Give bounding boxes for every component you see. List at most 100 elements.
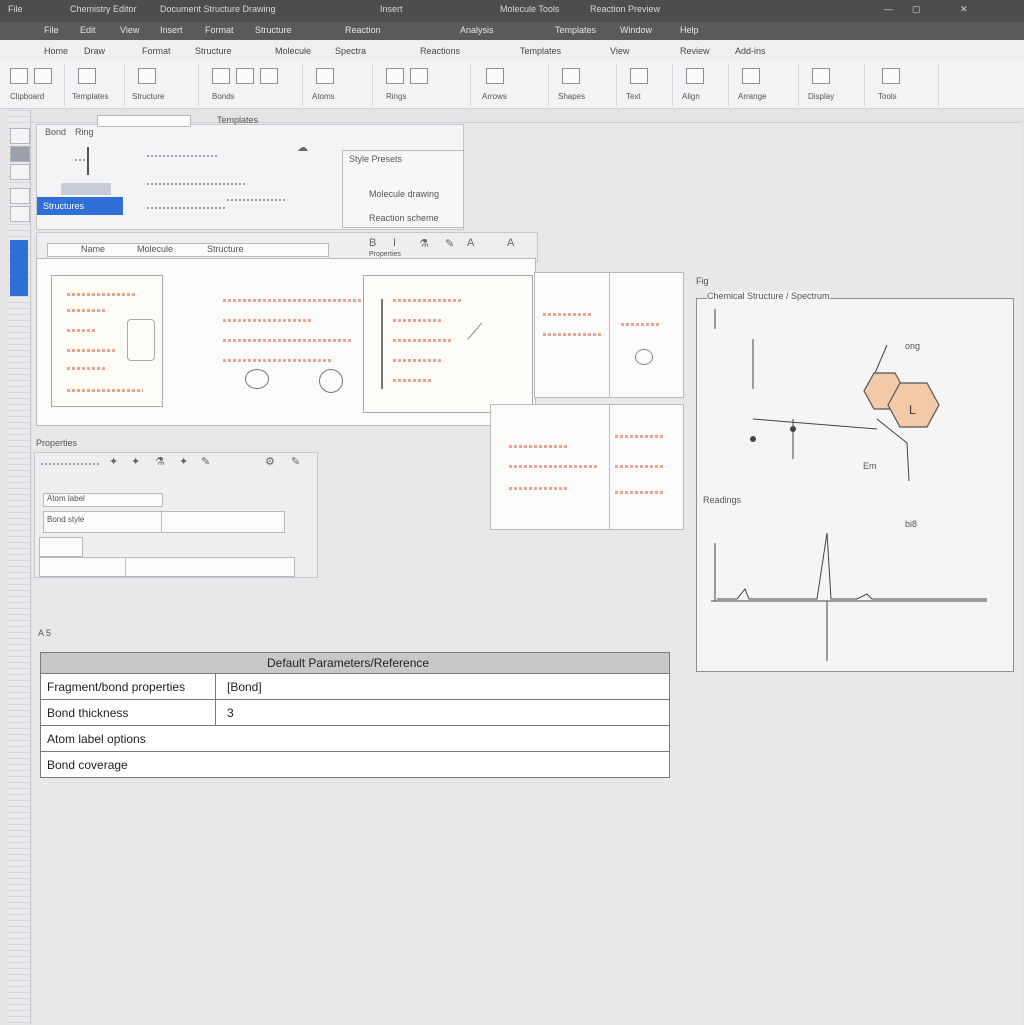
tool-icon[interactable]: ✎ (201, 455, 210, 468)
style-preset-item[interactable]: Reaction scheme (369, 213, 439, 223)
flask-shape (127, 319, 155, 361)
tool-button[interactable] (10, 188, 30, 204)
property-value[interactable] (125, 557, 295, 577)
bond-line (874, 344, 888, 374)
tab-templates[interactable]: Templates (520, 46, 561, 56)
display-icon (812, 68, 830, 84)
maximize-icon[interactable]: ▢ (912, 4, 921, 15)
style-preset-item[interactable]: Molecule drawing (369, 189, 439, 199)
tab-add-ins[interactable]: Add-ins (735, 46, 766, 56)
tab-molecule[interactable]: Molecule (275, 46, 311, 56)
menu-item[interactable]: Help (680, 25, 699, 35)
tab-spectra[interactable]: Spectra (335, 46, 366, 56)
bold-icon[interactable]: B (369, 237, 376, 249)
ribbon-group[interactable]: Tools (868, 64, 939, 106)
menu-item[interactable]: Reaction (345, 25, 381, 35)
property-row[interactable] (39, 557, 127, 577)
menu-item[interactable]: Window (620, 25, 652, 35)
tool-icon[interactable]: ✎ (291, 455, 300, 468)
menu-item[interactable]: Insert (160, 25, 183, 35)
tool-button[interactable] (10, 128, 30, 144)
document-page[interactable]: ⟋ (36, 258, 536, 426)
panel-search[interactable] (97, 115, 191, 127)
ribbon-group[interactable]: Text (620, 64, 673, 106)
text-format-icon[interactable]: A (507, 237, 514, 249)
table-row[interactable]: Atom label options (41, 726, 669, 752)
menu-item[interactable]: Templates (555, 25, 596, 35)
tab-review[interactable]: Review (680, 46, 710, 56)
ribbon-group[interactable]: Structure (128, 64, 199, 106)
table-row[interactable]: Fragment/bond properties [Bond] (41, 674, 669, 700)
preview-window-2[interactable] (490, 404, 684, 530)
app-menu[interactable]: File (8, 4, 23, 14)
panel-tab[interactable]: Ring (75, 127, 94, 137)
tab-structure[interactable]: Structure (195, 46, 232, 56)
tab-view[interactable]: View (610, 46, 629, 56)
tab-format[interactable]: Format (142, 46, 171, 56)
tool-icon[interactable]: ⚙ (265, 455, 275, 468)
tool-button[interactable] (10, 164, 30, 180)
tool-icon[interactable]: ✦ (179, 455, 188, 468)
ribbon-group-label: Shapes (558, 92, 586, 101)
property-value[interactable] (161, 511, 285, 533)
ribbon-group[interactable]: Templates (68, 64, 125, 106)
left-toolstrip (8, 110, 31, 1024)
menu-item[interactable]: File (44, 25, 59, 35)
table-cell-value[interactable]: [Bond] (227, 680, 262, 694)
table-header-label: Default Parameters/Reference (267, 656, 430, 670)
panel-tab[interactable]: Templates (217, 115, 258, 125)
ribbon-group[interactable]: Bonds (202, 64, 303, 106)
tool-icon[interactable]: ✦ (131, 455, 140, 468)
tab-draw[interactable]: Draw (84, 46, 105, 56)
ribbon-group[interactable]: Display (802, 64, 865, 106)
tool-icon[interactable]: ✦ (109, 455, 118, 468)
ribbon-group[interactable]: Arrange (732, 64, 799, 106)
font-icon[interactable]: A (467, 237, 474, 249)
tab-home[interactable]: Home (44, 46, 68, 56)
text-line (615, 435, 663, 438)
figure-label: Fig (696, 276, 709, 286)
preview-window[interactable] (534, 272, 684, 398)
brush-icon[interactable]: ✎ (445, 237, 454, 250)
structure-diagram (711, 309, 987, 661)
text-line (393, 339, 453, 342)
ribbon-group[interactable]: Shapes (552, 64, 617, 106)
paste-icon (34, 68, 52, 84)
ribbon-group[interactable]: Arrows (476, 64, 549, 106)
tool-icon[interactable]: ⚗ (155, 455, 165, 468)
italic-icon[interactable]: I (393, 237, 396, 249)
ribbon-group[interactable]: Rings (376, 64, 471, 106)
ribbon-group[interactable]: Align (676, 64, 729, 106)
minimize-icon[interactable]: — (884, 4, 893, 14)
table-row[interactable]: Bond thickness 3 (41, 700, 669, 726)
menu-item[interactable]: Structure (255, 25, 292, 35)
table-cell-value[interactable]: 3 (227, 706, 234, 720)
wedge-icon: ⟋ (467, 319, 483, 344)
menu-item[interactable]: Edit (80, 25, 96, 35)
menu-item[interactable]: Analysis (460, 25, 494, 35)
menu-item[interactable]: View (120, 25, 139, 35)
close-icon[interactable]: ✕ (960, 4, 968, 15)
list-item[interactable] (61, 183, 111, 195)
ring-shape (635, 349, 653, 365)
ribbon-group-label: Clipboard (10, 92, 45, 101)
panel-tab[interactable]: Bond (45, 127, 66, 137)
ribbon-group[interactable]: Clipboard (4, 64, 65, 106)
structure-card[interactable] (363, 275, 533, 413)
ribbon-group-label: Arrows (482, 92, 507, 101)
menu-item[interactable]: Format (205, 25, 234, 35)
double-bond-icon (236, 68, 254, 84)
active-tool-indicator[interactable] (10, 240, 28, 296)
text-line (67, 329, 97, 332)
tool-button[interactable] (10, 146, 30, 162)
property-row[interactable] (39, 537, 83, 557)
ribbon-group[interactable]: Atoms (306, 64, 373, 106)
tab-reactions[interactable]: Reactions (420, 46, 460, 56)
text-line (67, 367, 107, 370)
flask-icon[interactable]: ⚗ (419, 237, 429, 250)
toolbar-line (41, 463, 101, 465)
table-row[interactable]: Bond coverage (41, 752, 669, 777)
placeholder-line (227, 199, 287, 201)
figure-box[interactable]: Chemical Structure / Spectrum ong L Em R… (696, 291, 1014, 672)
tool-button[interactable] (10, 206, 30, 222)
